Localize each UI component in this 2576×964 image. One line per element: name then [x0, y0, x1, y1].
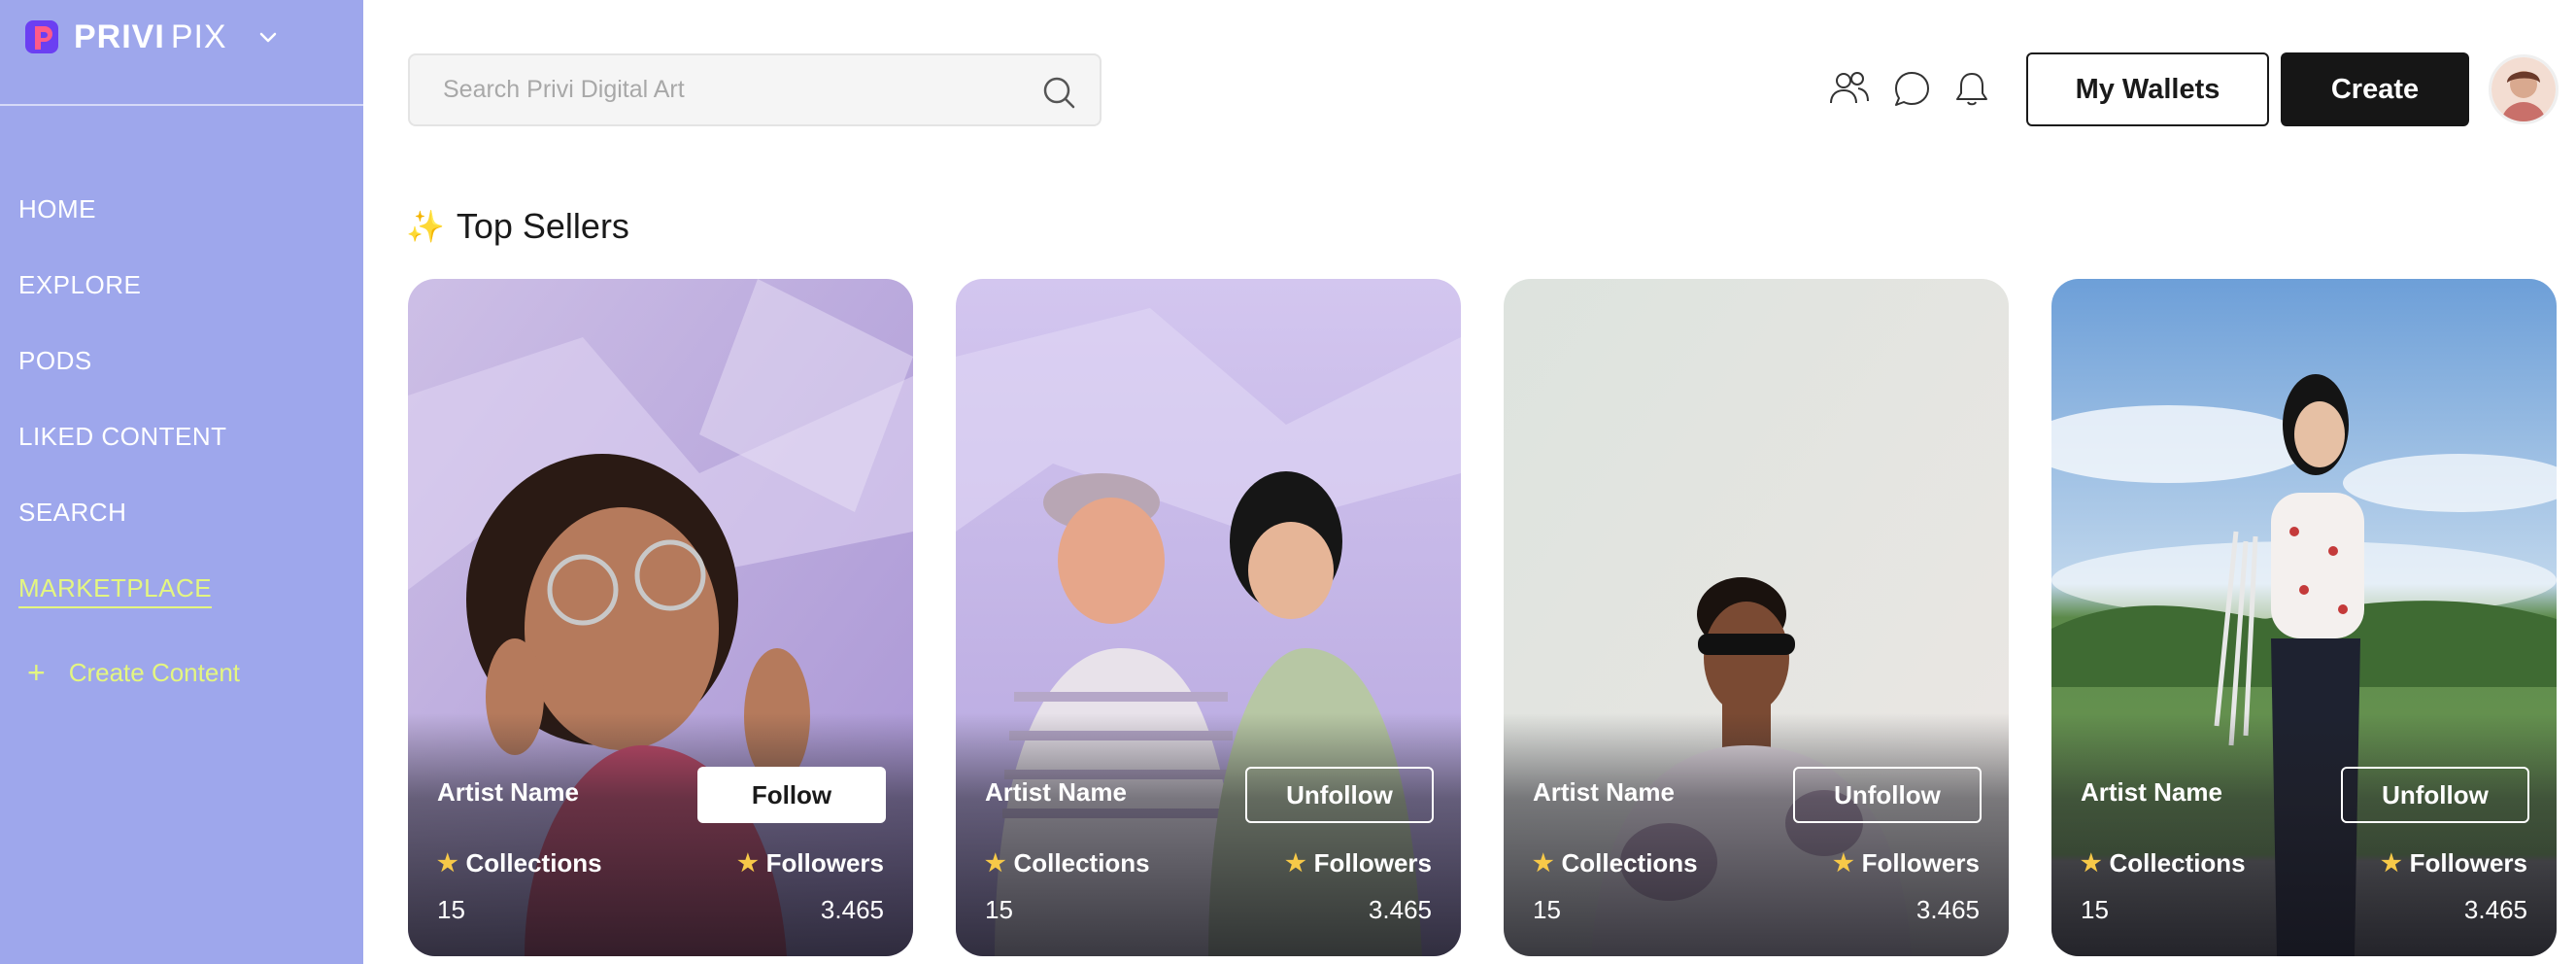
followers-count: 3.465 — [820, 895, 884, 924]
section-title: ✨ Top Sellers — [406, 206, 629, 247]
collections-label: ★ Collections — [1533, 848, 1698, 878]
sidebar: PRIVI PIX HOME EXPLORE PODS LIKED CONTENT… — [0, 0, 363, 964]
followers-label: ★ Followers — [737, 848, 884, 878]
star-icon: ★ — [437, 850, 458, 877]
collections-count: 15 — [1533, 895, 1561, 924]
sparkle-icon: ✨ — [406, 209, 445, 244]
star-icon: ★ — [985, 850, 1006, 877]
seller-card[interactable]: Artist Name Unfollow ★ Collections ★ Follo… — [2051, 279, 2557, 956]
create-content-label: Create Content — [68, 657, 241, 687]
users-icon[interactable] — [1828, 68, 1871, 111]
collections-label: ★ Collections — [2081, 848, 2246, 878]
sidebar-item-home[interactable]: HOME — [18, 189, 227, 265]
followers-count: 3.465 — [1368, 895, 1432, 924]
sidebar-divider — [0, 104, 363, 106]
bell-icon[interactable] — [1950, 68, 1993, 111]
plus-icon: + — [27, 655, 46, 690]
sidebar-item-marketplace-label: MARKETPLACE — [18, 573, 213, 608]
star-icon: ★ — [2081, 850, 2102, 877]
logo-text: PRIVI PIX — [74, 17, 227, 55]
star-icon: ★ — [2381, 850, 2402, 877]
star-icon: ★ — [1285, 850, 1306, 877]
followers-count: 3.465 — [2463, 895, 2527, 924]
star-icon: ★ — [1533, 850, 1554, 877]
collections-label: ★ Collections — [437, 848, 602, 878]
star-icon: ★ — [1833, 850, 1854, 877]
my-wallets-button[interactable]: My Wallets — [2026, 52, 2269, 126]
sidebar-item-marketplace[interactable]: MARKETPLACE — [18, 568, 227, 644]
followers-count: 3.465 — [1915, 895, 1980, 924]
collections-count: 15 — [437, 895, 465, 924]
sidebar-item-explore[interactable]: EXPLORE — [18, 265, 227, 341]
followers-label: ★ Followers — [2381, 848, 2527, 878]
sidebar-item-liked-content[interactable]: LIKED CONTENT — [18, 417, 227, 493]
app-logo[interactable]: PRIVI PIX — [23, 16, 280, 58]
create-button[interactable]: Create — [2281, 52, 2469, 126]
unfollow-button[interactable]: Unfollow — [1793, 767, 1982, 823]
seller-card[interactable]: Artist Name Unfollow ★ Collections ★ Follo… — [956, 279, 1461, 956]
search-bar — [408, 53, 1102, 126]
user-avatar[interactable] — [2489, 54, 2559, 124]
follow-button[interactable]: Follow — [697, 767, 886, 823]
artist-name: Artist Name — [2081, 777, 2222, 807]
sidebar-nav: HOME EXPLORE PODS LIKED CONTENT SEARCH M… — [18, 189, 227, 644]
collections-label: ★ Collections — [985, 848, 1150, 878]
avatar-image — [2491, 57, 2556, 121]
collections-count: 15 — [2081, 895, 2109, 924]
sidebar-item-search[interactable]: SEARCH — [18, 493, 227, 568]
chat-icon[interactable] — [1890, 68, 1933, 111]
star-icon: ★ — [737, 850, 759, 877]
search-input[interactable] — [443, 76, 1026, 104]
create-content-button[interactable]: + Create Content — [27, 657, 240, 688]
chevron-down-icon[interactable] — [256, 25, 280, 49]
unfollow-button[interactable]: Unfollow — [2341, 767, 2529, 823]
seller-card[interactable]: Artist Name Follow ★ Collections ★ Followe… — [408, 279, 913, 956]
followers-label: ★ Followers — [1285, 848, 1432, 878]
section-title-text: Top Sellers — [456, 206, 629, 246]
artist-name: Artist Name — [985, 777, 1127, 807]
search-icon[interactable] — [1039, 73, 1078, 112]
privi-logo-icon — [25, 20, 58, 53]
artist-name: Artist Name — [1533, 777, 1675, 807]
collections-count: 15 — [985, 895, 1013, 924]
sidebar-item-pods[interactable]: PODS — [18, 341, 227, 417]
seller-card[interactable]: Artist Name Unfollow ★ Collections ★ Follo… — [1504, 279, 2009, 956]
unfollow-button[interactable]: Unfollow — [1245, 767, 1434, 823]
artist-name: Artist Name — [437, 777, 579, 807]
followers-label: ★ Followers — [1833, 848, 1980, 878]
